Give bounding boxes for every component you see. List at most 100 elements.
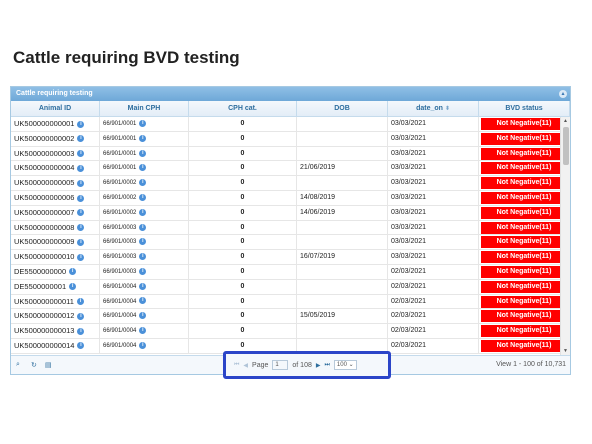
next-page-icon[interactable]: ▶ bbox=[316, 362, 321, 369]
info-icon[interactable]: i bbox=[77, 179, 85, 187]
main-cph-cell[interactable]: 66/901/0001 i bbox=[100, 161, 189, 176]
info-icon[interactable]: i bbox=[139, 134, 147, 142]
refresh-icon[interactable]: ↻ bbox=[31, 361, 37, 369]
table-row[interactable]: UK500000000009 i 66/901/0003 i 0 03/03/2021 No… bbox=[11, 235, 570, 251]
main-cph-cell[interactable]: 66/901/0004 i bbox=[100, 324, 189, 338]
column-header-main-cph[interactable]: Main CPH bbox=[100, 101, 189, 116]
scroll-up-icon[interactable]: ▲ bbox=[563, 118, 568, 124]
main-cph-cell[interactable]: 66/901/0003 i bbox=[100, 264, 189, 279]
page-number-input[interactable]: 1 bbox=[272, 360, 289, 370]
table-row[interactable]: UK500000000005 i 66/901/0002 i 0 03/03/2021 No… bbox=[11, 176, 570, 191]
sort-descending-icon[interactable]: ⬍ bbox=[445, 106, 450, 112]
column-header-bvd-status[interactable]: BVD status bbox=[479, 101, 570, 116]
main-cph-cell[interactable]: 66/901/0003 i bbox=[100, 220, 189, 235]
main-cph-cell[interactable]: 66/901/0004 i bbox=[100, 279, 189, 294]
table-row[interactable]: UK500000000002 i 66/901/0001 i 0 03/03/2021 No… bbox=[11, 131, 570, 147]
info-icon[interactable]: i bbox=[139, 164, 147, 172]
info-icon[interactable]: i bbox=[69, 283, 77, 291]
main-cph-cell[interactable]: 66/901/0002 i bbox=[100, 176, 189, 190]
main-cph-cell[interactable]: 66/901/0002 i bbox=[100, 190, 189, 205]
column-header-animal-id[interactable]: Animal ID bbox=[11, 101, 100, 116]
table-row[interactable]: DE5500000000 i 66/901/0003 i 0 02/03/2021 Not … bbox=[11, 264, 570, 280]
scroll-down-icon[interactable]: ▼ bbox=[563, 348, 568, 354]
info-icon[interactable]: i bbox=[139, 193, 147, 201]
animal-id-cell[interactable]: UK500000000013 i bbox=[11, 324, 100, 338]
info-icon[interactable]: i bbox=[77, 209, 85, 217]
main-cph-cell[interactable]: 66/901/0003 i bbox=[100, 235, 189, 250]
info-icon[interactable]: i bbox=[77, 238, 85, 246]
main-cph-cell[interactable]: 66/901/0001 i bbox=[100, 117, 189, 131]
column-header-dob[interactable]: DOB bbox=[297, 101, 388, 116]
info-icon[interactable]: i bbox=[139, 238, 147, 246]
info-icon[interactable]: i bbox=[77, 312, 85, 320]
animal-id-cell[interactable]: UK500000000014 i bbox=[11, 338, 100, 353]
info-icon[interactable]: i bbox=[139, 119, 147, 127]
table-row[interactable]: UK500000000008 i 66/901/0003 i 0 03/03/2021 No… bbox=[11, 220, 570, 236]
main-cph-cell[interactable]: 66/901/0004 i bbox=[100, 309, 189, 324]
info-icon[interactable]: i bbox=[77, 342, 85, 350]
animal-id-cell[interactable]: UK500000000012 i bbox=[11, 309, 100, 324]
animal-id-cell[interactable]: UK500000000011 i bbox=[11, 294, 100, 309]
animal-id-cell[interactable]: UK500000000006 i bbox=[11, 190, 100, 205]
info-icon[interactable]: i bbox=[77, 327, 85, 335]
table-row[interactable]: UK500000000010 i 66/901/0003 i 0 16/07/2019 03… bbox=[11, 250, 570, 265]
table-row[interactable]: UK500000000007 i 66/901/0002 i 0 14/06/2019 03… bbox=[11, 205, 570, 221]
column-header-cph-cat[interactable]: CPH cat. bbox=[189, 101, 297, 116]
main-cph-cell[interactable]: 66/901/0004 i bbox=[100, 338, 189, 353]
info-icon[interactable]: i bbox=[139, 297, 147, 305]
info-icon[interactable]: i bbox=[77, 150, 85, 158]
table-row[interactable]: UK500000000012 i 66/901/0004 i 0 15/05/2019 02… bbox=[11, 309, 570, 325]
main-cph-cell[interactable]: 66/901/0001 i bbox=[100, 146, 189, 161]
table-row[interactable]: UK500000000006 i 66/901/0002 i 0 14/08/2019 03… bbox=[11, 190, 570, 206]
animal-id-cell[interactable]: UK500000000010 i bbox=[11, 250, 100, 264]
info-icon[interactable]: i bbox=[139, 327, 147, 335]
info-icon[interactable]: i bbox=[69, 268, 77, 276]
last-page-icon[interactable]: ⏭ bbox=[324, 362, 329, 369]
info-icon[interactable]: i bbox=[139, 223, 147, 231]
info-icon[interactable]: i bbox=[77, 253, 85, 261]
animal-id-cell[interactable]: UK500000000008 i bbox=[11, 220, 100, 235]
main-cph-cell[interactable]: 66/901/0004 i bbox=[100, 294, 189, 309]
info-icon[interactable]: i bbox=[139, 282, 147, 290]
animal-id-cell[interactable]: UK500000000009 i bbox=[11, 235, 100, 250]
animal-id-cell[interactable]: UK500000000007 i bbox=[11, 205, 100, 220]
info-icon[interactable]: i bbox=[139, 179, 147, 187]
main-cph-cell[interactable]: 66/901/0001 i bbox=[100, 131, 189, 146]
info-icon[interactable]: i bbox=[139, 312, 147, 320]
info-icon[interactable]: i bbox=[77, 164, 85, 172]
animal-id-cell[interactable]: DE5500000001 i bbox=[11, 279, 100, 294]
scroll-thumb[interactable] bbox=[563, 127, 569, 165]
info-icon[interactable]: i bbox=[139, 341, 147, 349]
info-icon[interactable]: i bbox=[139, 253, 147, 261]
main-cph-cell[interactable]: 66/901/0002 i bbox=[100, 205, 189, 220]
info-icon[interactable]: i bbox=[139, 267, 147, 275]
animal-id-cell[interactable]: UK500000000003 i bbox=[11, 146, 100, 161]
animal-id-cell[interactable]: UK500000000001 i bbox=[11, 117, 100, 131]
table-row[interactable]: UK500000000011 i 66/901/0004 i 0 02/03/2021 No… bbox=[11, 294, 570, 310]
info-icon[interactable]: i bbox=[77, 194, 85, 202]
animal-id-cell[interactable]: UK500000000002 i bbox=[11, 131, 100, 146]
table-row[interactable]: UK500000000001 i 66/901/0001 i 0 03/03/2021 No… bbox=[11, 117, 570, 132]
first-page-icon[interactable]: ⏮ bbox=[234, 362, 239, 369]
grid-scrollbar[interactable]: ▲ ▼ bbox=[560, 117, 570, 355]
main-cph-cell[interactable]: 66/901/0003 i bbox=[100, 250, 189, 264]
column-header-date-on[interactable]: date_on ⬍ bbox=[388, 101, 479, 116]
export-icon[interactable]: ▤ bbox=[45, 361, 52, 369]
table-row[interactable]: UK500000000003 i 66/901/0001 i 0 03/03/2021 No… bbox=[11, 146, 570, 162]
info-icon[interactable]: i bbox=[139, 149, 147, 157]
page-size-select[interactable]: 100 ⌄ bbox=[333, 360, 357, 370]
info-icon[interactable]: i bbox=[77, 224, 85, 232]
info-icon[interactable]: i bbox=[139, 208, 147, 216]
table-row[interactable]: DE5500000001 i 66/901/0004 i 0 02/03/2021 Not … bbox=[11, 279, 570, 295]
animal-id-cell[interactable]: UK500000000005 i bbox=[11, 176, 100, 190]
prev-page-icon[interactable]: ◀ bbox=[243, 362, 248, 369]
animal-id-cell[interactable]: DE5500000000 i bbox=[11, 264, 100, 279]
info-icon[interactable]: i bbox=[77, 135, 85, 143]
animal-id-cell[interactable]: UK500000000004 i bbox=[11, 161, 100, 176]
table-row[interactable]: UK500000000013 i 66/901/0004 i 0 02/03/2021 No… bbox=[11, 324, 570, 339]
info-icon[interactable]: i bbox=[77, 120, 85, 128]
table-row[interactable]: UK500000000004 i 66/901/0001 i 0 21/06/2019 03… bbox=[11, 161, 570, 177]
search-icon[interactable]: ⌕ bbox=[16, 361, 20, 369]
info-icon[interactable]: i bbox=[76, 298, 84, 306]
collapse-grid-icon[interactable]: ▴ bbox=[559, 90, 567, 98]
